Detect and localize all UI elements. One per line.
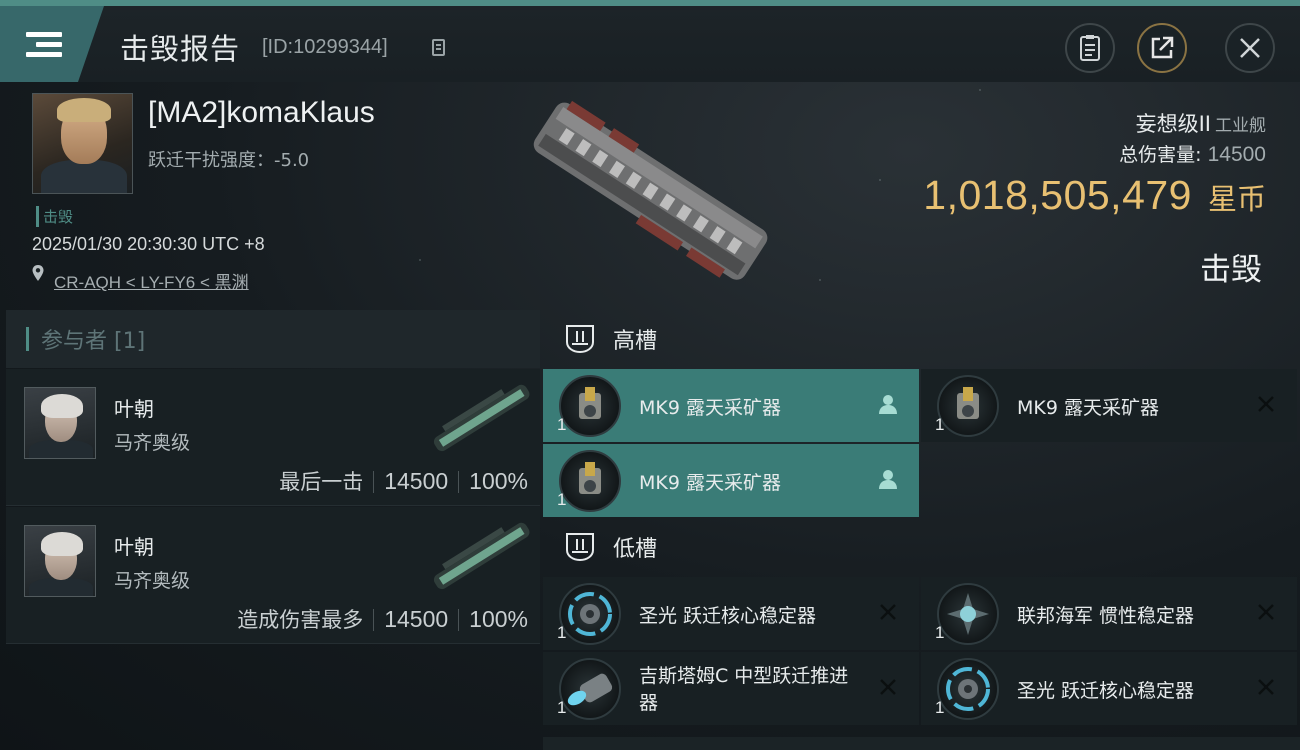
pilot-icon bbox=[879, 395, 897, 414]
participant-stats: 造成伤害最多 14500 100% bbox=[237, 604, 528, 634]
isk-value: 1,018,505,479 星币 bbox=[923, 172, 1266, 219]
menu-icon bbox=[26, 27, 62, 62]
module-slot[interactable]: 1 圣光 跃迁核心稳定器 bbox=[921, 652, 1297, 725]
copy-icon[interactable] bbox=[432, 39, 445, 56]
ship-name[interactable]: 妄想级II bbox=[1136, 112, 1211, 136]
high-slot-icon bbox=[566, 325, 594, 354]
module-quantity: 1 bbox=[557, 698, 567, 717]
inertia-stabilizer-icon bbox=[937, 583, 999, 645]
module-slot[interactable]: 1 联邦海军 惯性稳定器 bbox=[921, 577, 1297, 650]
avatar[interactable] bbox=[24, 387, 96, 459]
menu-button[interactable] bbox=[0, 6, 104, 82]
victim-ship-image[interactable] bbox=[505, 92, 795, 297]
clipboard-button[interactable] bbox=[1065, 23, 1115, 73]
module-name: MK9 露天采矿器 bbox=[639, 472, 781, 494]
status-badge: 击毁 bbox=[36, 206, 73, 227]
participant-role: 最后一击 bbox=[279, 470, 364, 494]
total-damage-value: 14500 bbox=[1207, 143, 1266, 166]
ship-type: 工业舰 bbox=[1215, 116, 1266, 136]
module-quantity: 1 bbox=[557, 415, 567, 434]
participant-ship-image[interactable] bbox=[424, 517, 536, 597]
avatar[interactable] bbox=[24, 525, 96, 597]
victim-portrait[interactable] bbox=[32, 93, 133, 194]
participant-name[interactable]: 叶朝 bbox=[114, 393, 154, 422]
module-quantity: 1 bbox=[935, 415, 945, 434]
warp-disruption-strength: 跃迁干扰强度：-5.0 bbox=[148, 146, 309, 172]
location-pin-icon bbox=[32, 265, 44, 281]
victim-name[interactable]: [MA2]komaKlaus bbox=[148, 96, 375, 130]
page-title: 击毁报告 bbox=[120, 32, 241, 66]
module-quantity: 1 bbox=[935, 623, 945, 642]
low-slot-header: 低槽 bbox=[543, 518, 657, 576]
module-slot[interactable]: 1 MK9 露天采矿器 bbox=[921, 369, 1297, 442]
report-id: [ID:10299344] bbox=[262, 36, 388, 58]
victim-ship-class: 妄想级II 工业舰 bbox=[1136, 108, 1266, 138]
participant-role: 造成伤害最多 bbox=[237, 608, 364, 632]
participants-panel: 参与者 [1] 叶朝 马齐奥级 最后一击 14500 100% 叶朝 马齐奥级 bbox=[6, 310, 540, 750]
total-damage: 总伤害量: 14500 bbox=[1119, 140, 1266, 167]
participant-ship: 马齐奥级 bbox=[114, 570, 191, 592]
participant-damage: 14500 bbox=[384, 606, 449, 632]
module-name: MK9 露天采矿器 bbox=[639, 397, 781, 419]
close-icon bbox=[1240, 38, 1260, 58]
module-slot[interactable]: 1 圣光 跃迁核心稳定器 bbox=[543, 577, 919, 650]
kill-location-link[interactable]: CR-AQH < LY-FY6 < 黑渊 bbox=[54, 268, 249, 293]
module-slot[interactable]: 1 MK9 露天采矿器 bbox=[543, 444, 919, 517]
low-slot-icon bbox=[566, 533, 594, 562]
isk-unit: 星币 bbox=[1207, 182, 1266, 216]
next-section-peek bbox=[543, 737, 1300, 750]
module-slot[interactable]: 1 吉斯塔姆C 中型跃迁推进器 bbox=[543, 652, 919, 725]
strip-miner-icon bbox=[559, 450, 621, 512]
warp-value: -5.0 bbox=[274, 150, 310, 171]
participant-ship-image[interactable] bbox=[424, 379, 536, 459]
destroyed-x-icon bbox=[880, 679, 896, 695]
participant-stats: 最后一击 14500 100% bbox=[279, 466, 528, 496]
participant-percent: 100% bbox=[469, 468, 528, 494]
module-name: 吉斯塔姆C 中型跃迁推进器 bbox=[639, 665, 849, 714]
warp-label: 跃迁干扰强度： bbox=[148, 150, 274, 171]
low-slot-label: 低槽 bbox=[613, 537, 658, 562]
strip-miner-icon bbox=[559, 375, 621, 437]
fittings-panel: 高槽 1 MK9 露天采矿器 1 MK9 露天采矿器 1 MK9 露天采矿器 低… bbox=[543, 310, 1300, 750]
participants-title: 参与者 [1] bbox=[41, 329, 146, 354]
afterburner-icon bbox=[559, 658, 621, 720]
pilot-icon bbox=[879, 470, 897, 489]
total-damage-label: 总伤害量: bbox=[1119, 144, 1202, 166]
module-name: 圣光 跃迁核心稳定器 bbox=[1017, 680, 1195, 702]
clipboard-icon bbox=[1080, 35, 1100, 61]
participant-row[interactable]: 叶朝 马齐奥级 最后一击 14500 100% bbox=[6, 369, 540, 506]
participant-name[interactable]: 叶朝 bbox=[114, 531, 154, 560]
kill-result-label: 击毁 bbox=[1200, 252, 1262, 288]
participant-damage: 14500 bbox=[384, 468, 449, 494]
share-button[interactable] bbox=[1137, 23, 1187, 73]
warp-core-stabilizer-icon bbox=[559, 583, 621, 645]
strip-miner-icon bbox=[937, 375, 999, 437]
participant-row[interactable]: 叶朝 马齐奥级 造成伤害最多 14500 100% bbox=[6, 507, 540, 644]
killmail-report: 击毁报告 [ID:10299344] [MA2]komaKlaus 跃迁干扰强度… bbox=[0, 0, 1300, 750]
destroyed-x-icon bbox=[1258, 679, 1274, 695]
participant-ship: 马齐奥级 bbox=[114, 432, 191, 454]
kill-timestamp: 2025/01/30 20:30:30 UTC +8 bbox=[32, 234, 265, 254]
module-quantity: 1 bbox=[557, 623, 567, 642]
header-bar: 击毁报告 [ID:10299344] bbox=[0, 0, 1300, 82]
module-name: 圣光 跃迁核心稳定器 bbox=[639, 605, 817, 627]
isk-amount: 1,018,505,479 bbox=[923, 172, 1192, 218]
module-quantity: 1 bbox=[935, 698, 945, 717]
close-button[interactable] bbox=[1225, 23, 1275, 73]
module-quantity: 1 bbox=[557, 490, 567, 509]
participant-percent: 100% bbox=[469, 606, 528, 632]
destroyed-x-icon bbox=[1258, 604, 1274, 620]
high-slot-header: 高槽 bbox=[543, 310, 657, 368]
module-name: 联邦海军 惯性稳定器 bbox=[1017, 605, 1195, 627]
warp-core-stabilizer-icon bbox=[937, 658, 999, 720]
participants-header: 参与者 [1] bbox=[6, 310, 540, 368]
module-slot[interactable]: 1 MK9 露天采矿器 bbox=[543, 369, 919, 442]
destroyed-x-icon bbox=[1258, 396, 1274, 412]
module-name: MK9 露天采矿器 bbox=[1017, 397, 1159, 419]
destroyed-x-icon bbox=[880, 604, 896, 620]
high-slot-label: 高槽 bbox=[613, 329, 658, 354]
share-icon bbox=[1151, 36, 1174, 59]
